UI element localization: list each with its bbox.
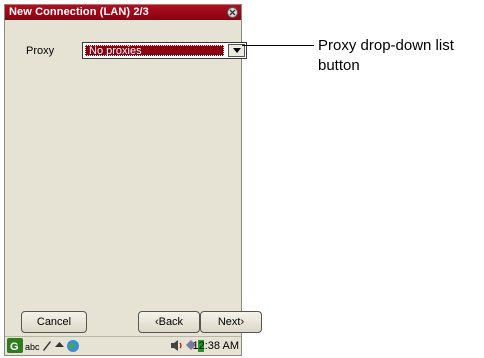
callout-annotation: Proxy drop-down list button <box>318 37 454 74</box>
dropdown-arrow-icon <box>233 48 241 53</box>
proxy-selected-value[interactable]: No proxies <box>85 45 224 57</box>
globe-icon[interactable] <box>66 339 80 356</box>
svg-text:G: G <box>10 341 19 353</box>
next-button[interactable]: Next› <box>200 311 262 333</box>
device-screen: New Connection (LAN) 2/3 Proxy No proxie… <box>4 4 262 356</box>
close-button[interactable] <box>227 7 238 18</box>
close-icon <box>229 9 236 16</box>
up-arrow-icon[interactable] <box>55 339 64 354</box>
clock[interactable]: 12:38 AM <box>193 340 239 352</box>
window-title: New Connection (LAN) 2/3 <box>9 6 149 18</box>
callout-line <box>242 45 314 46</box>
start-icon: G <box>7 338 23 353</box>
speaker-icon[interactable] <box>170 339 184 355</box>
pen-icon[interactable] <box>42 339 52 354</box>
start-button[interactable]: G <box>7 338 23 356</box>
taskbar: G abc 12:38 AM <box>5 336 241 355</box>
cancel-button[interactable]: Cancel <box>21 311 87 333</box>
window-titlebar: New Connection (LAN) 2/3 <box>5 5 241 20</box>
input-method-label[interactable]: abc <box>25 342 40 352</box>
proxy-dropdown[interactable]: No proxies <box>82 42 247 59</box>
back-button[interactable]: ‹Back <box>138 311 200 333</box>
proxy-label: Proxy <box>26 45 55 57</box>
